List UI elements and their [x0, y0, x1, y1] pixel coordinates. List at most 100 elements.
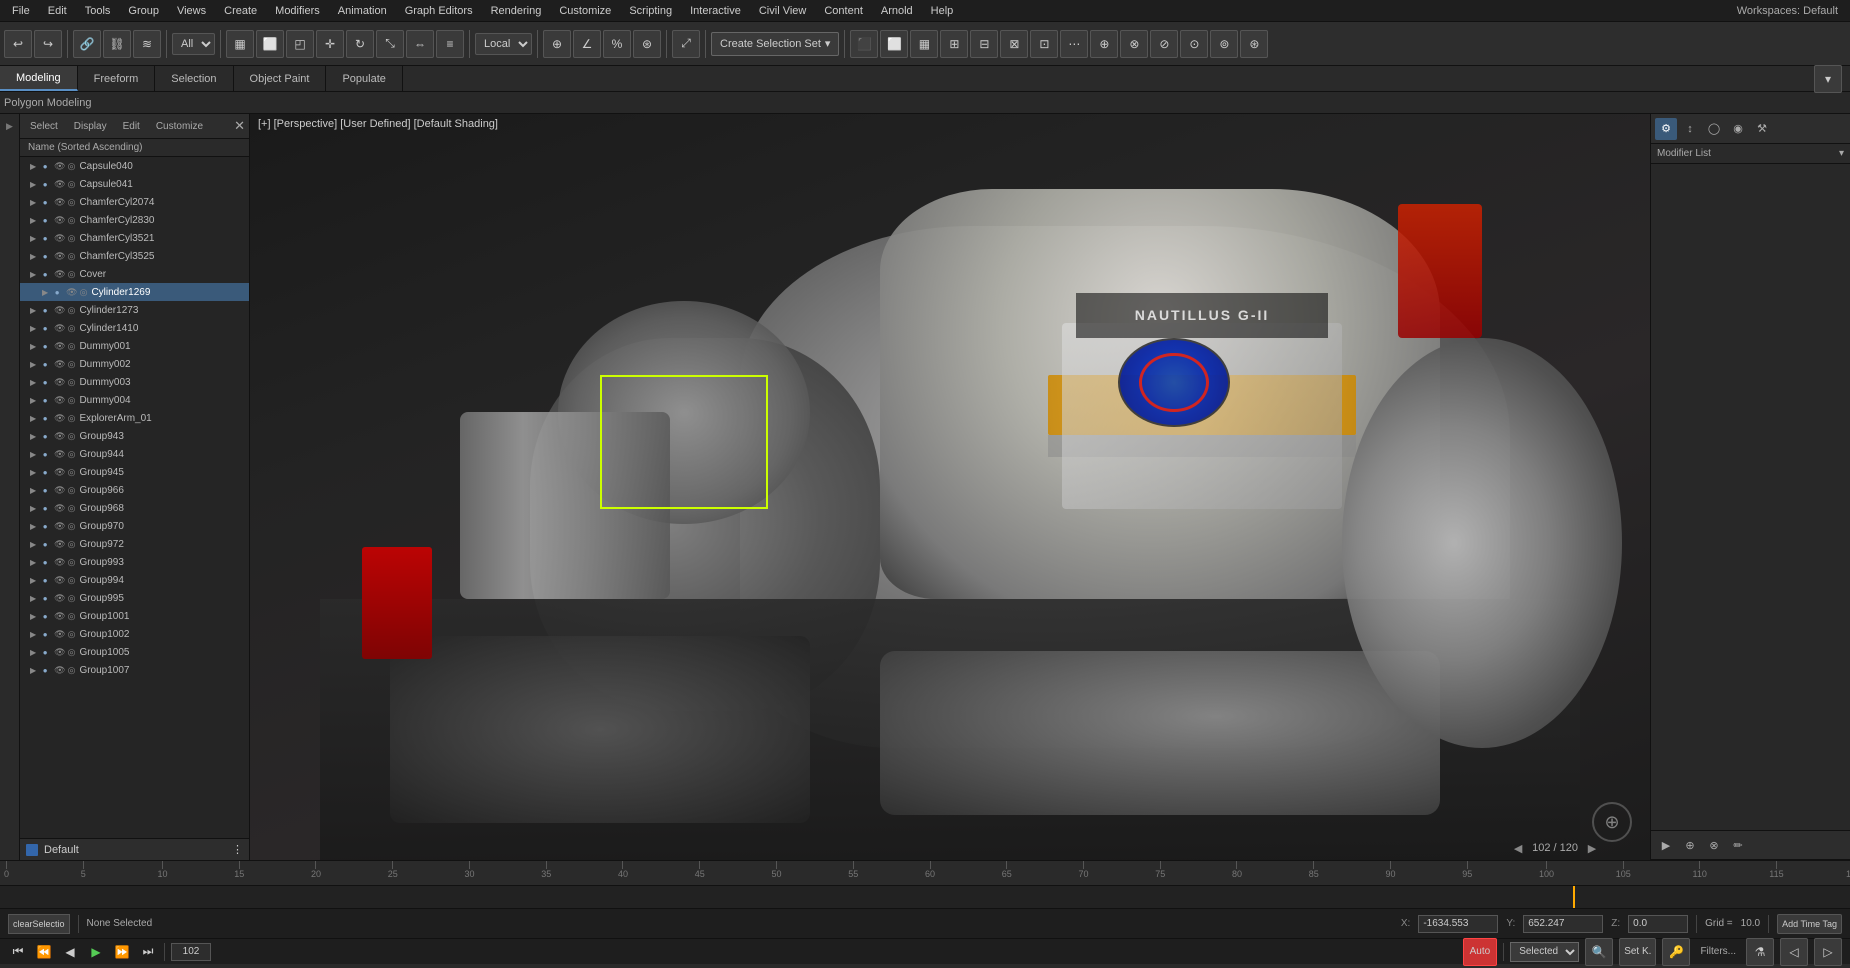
menu-customize[interactable]: Customize: [551, 3, 619, 19]
scene-item[interactable]: ▶ ● 👁 ◎ ChamferCyl3525: [20, 247, 249, 265]
layer-btn4[interactable]: ⊞: [940, 30, 968, 58]
tab-selection[interactable]: Selection: [155, 66, 233, 91]
tab-populate[interactable]: Populate: [326, 66, 402, 91]
menu-file[interactable]: File: [4, 3, 38, 19]
tab-modeling[interactable]: Modeling: [0, 66, 78, 91]
se-select-btn[interactable]: Select: [24, 119, 64, 134]
scene-item[interactable]: ▶ ● 👁 ◎ ChamferCyl3521: [20, 229, 249, 247]
tab-object-paint[interactable]: Object Paint: [234, 66, 327, 91]
scene-item[interactable]: ▶ ● 👁 ◎ Capsule041: [20, 175, 249, 193]
rp-motion-icon[interactable]: ◯: [1703, 118, 1725, 140]
scene-item[interactable]: ▶ ● 👁 ◎ Cylinder1273: [20, 301, 249, 319]
scene-item[interactable]: ▶ ● 👁 ◎ Group1005: [20, 643, 249, 661]
layer-btn12[interactable]: ⊙: [1180, 30, 1208, 58]
rp-tool2[interactable]: ⊕: [1679, 834, 1701, 856]
filter-icon[interactable]: ⚗: [1746, 938, 1774, 966]
se-display-btn[interactable]: Display: [68, 119, 113, 134]
create-selection-set-btn[interactable]: Create Selection Set ▾: [711, 32, 839, 56]
add-time-tag-btn[interactable]: Add Time Tag: [1777, 914, 1842, 934]
scene-item[interactable]: ▶ ● 👁 ◎ Group968: [20, 499, 249, 517]
scale-btn[interactable]: ⤡: [376, 30, 404, 58]
scene-item[interactable]: ▶ ● 👁 ◎ Group945: [20, 463, 249, 481]
scene-item[interactable]: ▶ ● 👁 ◎ Group972: [20, 535, 249, 553]
scene-item[interactable]: ▶ ● 👁 ◎ Group995: [20, 589, 249, 607]
mirror-btn[interactable]: ⇔: [406, 30, 434, 58]
tab-menu-btn[interactable]: ▾: [1814, 65, 1842, 93]
layer-btn5[interactable]: ⊟: [970, 30, 998, 58]
link-btn[interactable]: 🔗: [73, 30, 101, 58]
menu-rendering[interactable]: Rendering: [483, 3, 550, 19]
tab-freeform[interactable]: Freeform: [78, 66, 156, 91]
menu-scripting[interactable]: Scripting: [621, 3, 680, 19]
menu-interactive[interactable]: Interactive: [682, 3, 749, 19]
layer-btn13[interactable]: ⊚: [1210, 30, 1238, 58]
scene-item[interactable]: ▶ ● 👁 ◎ Dummy002: [20, 355, 249, 373]
prev-page-btn[interactable]: ◀: [1510, 840, 1526, 856]
layer-btn7[interactable]: ⊡: [1030, 30, 1058, 58]
next-frame-btn[interactable]: ⏭: [138, 942, 158, 962]
clear-selection-btn[interactable]: clearSelectio: [8, 914, 70, 934]
play-fwd-btn[interactable]: ⏩: [112, 942, 132, 962]
next-page-btn[interactable]: ▶: [1584, 840, 1600, 856]
move-btn[interactable]: ✛: [316, 30, 344, 58]
z-coord-input[interactable]: [1628, 915, 1688, 933]
layer-btn14[interactable]: ⊛: [1240, 30, 1268, 58]
timeline-track[interactable]: [0, 886, 1850, 908]
rotate-btn[interactable]: ↻: [346, 30, 374, 58]
rp-hierarchy-icon[interactable]: ↕: [1679, 118, 1701, 140]
scene-item[interactable]: ▶ ● 👁 ◎ Group943: [20, 427, 249, 445]
viewport-area[interactable]: [+] [Perspective] [User Defined] [Defaul…: [250, 114, 1650, 860]
scene-item[interactable]: ▶ ● 👁 ◎ Group970: [20, 517, 249, 535]
scene-item[interactable]: ▶ ● 👁 ◎ Dummy003: [20, 373, 249, 391]
scene-item[interactable]: ▶ ● 👁 ◎ Group1007: [20, 661, 249, 679]
scene-item[interactable]: ▶ ● 👁 ◎ Group944: [20, 445, 249, 463]
menu-group[interactable]: Group: [120, 3, 167, 19]
set-key-btn[interactable]: Set K.: [1619, 938, 1656, 966]
snap-toggle[interactable]: ⊕: [543, 30, 571, 58]
se-customize-btn[interactable]: Customize: [150, 119, 209, 134]
menu-arnold[interactable]: Arnold: [873, 3, 921, 19]
layer-btn6[interactable]: ⊠: [1000, 30, 1028, 58]
select-rect-btn[interactable]: ⬜: [256, 30, 284, 58]
menu-content[interactable]: Content: [816, 3, 871, 19]
timeline-ruler[interactable]: 0510152025303540455055606570758085909510…: [0, 861, 1850, 886]
scene-list-header[interactable]: Name (Sorted Ascending): [20, 139, 249, 157]
options-btn2[interactable]: ▷: [1814, 938, 1842, 966]
scene-item[interactable]: ▶ ● 👁 ◎ Cover: [20, 265, 249, 283]
pct-snap[interactable]: %: [603, 30, 631, 58]
x-coord-input[interactable]: [1418, 915, 1498, 933]
layer-btn8[interactable]: ⋯: [1060, 30, 1088, 58]
menu-graph-editors[interactable]: Graph Editors: [397, 3, 481, 19]
spinner-snap[interactable]: ⊛: [633, 30, 661, 58]
redo-btn[interactable]: ↪: [34, 30, 62, 58]
menu-help[interactable]: Help: [923, 3, 962, 19]
prev-frame-btn[interactable]: ⏮: [8, 942, 28, 962]
scene-item[interactable]: ▶ ● 👁 ◎ Cylinder1410: [20, 319, 249, 337]
scene-item[interactable]: ▶ ● 👁 ◎ ChamferCyl2830: [20, 211, 249, 229]
undo-btn[interactable]: ↩: [4, 30, 32, 58]
angle-snap[interactable]: ∠: [573, 30, 601, 58]
unlink-btn[interactable]: ⛓: [103, 30, 131, 58]
scene-item[interactable]: ▶ ● 👁 ◎ Capsule040: [20, 157, 249, 175]
search-btn[interactable]: 🔍: [1585, 938, 1613, 966]
layer-options-btn[interactable]: ⋮: [232, 843, 243, 856]
menu-views[interactable]: Views: [169, 3, 214, 19]
layer-btn2[interactable]: ⬜: [880, 30, 908, 58]
scene-item[interactable]: ▶ ● 👁 ◎ ChamferCyl2074: [20, 193, 249, 211]
viewport-canvas[interactable]: NAUTILLUS G-II: [250, 114, 1650, 860]
selection-filter-dropdown[interactable]: Selected: [1510, 942, 1579, 962]
layer-btn1[interactable]: ⬛: [850, 30, 878, 58]
scene-item[interactable]: ▶ ● 👁 ◎ Group1002: [20, 625, 249, 643]
layer-btn9[interactable]: ⊕: [1090, 30, 1118, 58]
scene-item[interactable]: ▶ ● 👁 ◎ Dummy004: [20, 391, 249, 409]
mirror2-btn[interactable]: ⤢: [672, 30, 700, 58]
rp-modify-icon[interactable]: ⚙: [1655, 118, 1677, 140]
rp-tool3[interactable]: ⊗: [1703, 834, 1725, 856]
scene-item[interactable]: ▶ ● 👁 ◎ Dummy001: [20, 337, 249, 355]
se-edit-btn[interactable]: Edit: [117, 119, 146, 134]
select-region-btn[interactable]: ◰: [286, 30, 314, 58]
options-btn1[interactable]: ◁: [1780, 938, 1808, 966]
select-btn[interactable]: ▦: [226, 30, 254, 58]
layer-btn10[interactable]: ⊗: [1120, 30, 1148, 58]
y-coord-input[interactable]: [1523, 915, 1603, 933]
